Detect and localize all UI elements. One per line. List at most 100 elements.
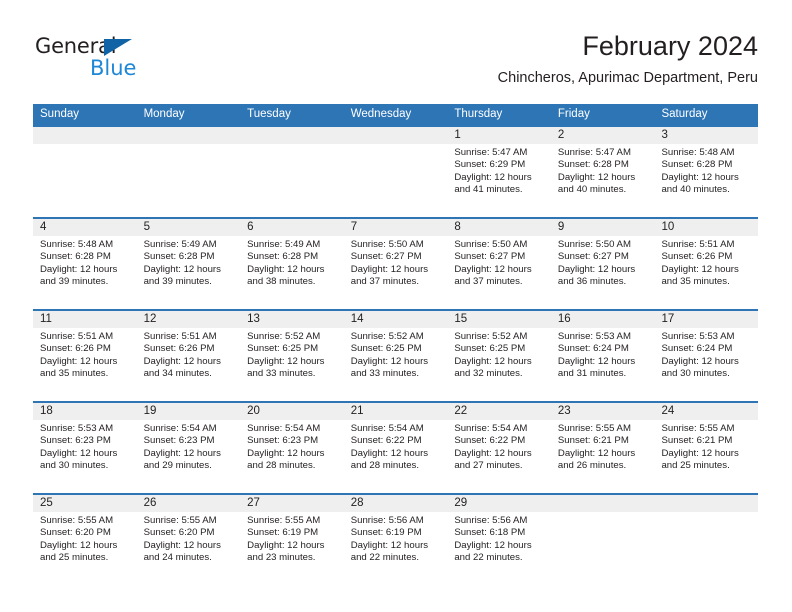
sunrise-text: Sunrise: 5:49 AM	[247, 239, 321, 250]
day-number-band: 18 19 20 21 22 23 24	[33, 403, 758, 420]
sunset-text: Sunset: 6:28 PM	[557, 159, 629, 171]
day-cell[interactable]: Sunrise: 5:49 AM Sunset: 6:28 PM Dayligh…	[137, 236, 241, 309]
day-cell[interactable]	[344, 144, 448, 217]
daylight-text: Daylight: 12 hours	[350, 539, 429, 551]
daylight-text-cont: and 41 minutes.	[454, 184, 523, 196]
day-cell[interactable]: Sunrise: 5:53 AM Sunset: 6:23 PM Dayligh…	[33, 420, 137, 493]
day-cell[interactable]: Sunrise: 5:50 AM Sunset: 6:27 PM Dayligh…	[551, 236, 655, 309]
daylight-text: Daylight: 12 hours	[40, 447, 118, 459]
sunrise-text: Sunrise: 5:50 AM	[454, 239, 528, 250]
sunrise-text: Sunrise: 5:48 AM	[40, 239, 114, 250]
day-cell[interactable]: Sunrise: 5:53 AM Sunset: 6:24 PM Dayligh…	[551, 328, 655, 401]
day-cell[interactable]: Sunrise: 5:56 AM Sunset: 6:18 PM Dayligh…	[447, 512, 551, 585]
title-block: February 2024 Chincheros, Apurimac Depar…	[498, 30, 758, 87]
day-number: 4	[40, 221, 47, 233]
daylight-text-cont: and 34 minutes.	[143, 368, 212, 380]
daylight-text: Daylight: 12 hours	[454, 539, 532, 551]
day-number: 7	[350, 221, 358, 233]
day-detail-band: Sunrise: 5:55 AM Sunset: 6:20 PM Dayligh…	[33, 512, 758, 585]
sunrise-text: Sunrise: 5:56 AM	[454, 515, 528, 526]
day-number	[654, 495, 758, 512]
day-cell[interactable]: Sunrise: 5:54 AM Sunset: 6:22 PM Dayligh…	[447, 420, 551, 493]
sunset-text: Sunset: 6:21 PM	[557, 435, 629, 447]
day-number: 1	[454, 129, 461, 141]
day-cell[interactable]: Sunrise: 5:50 AM Sunset: 6:27 PM Dayligh…	[447, 236, 551, 309]
day-number	[551, 495, 655, 512]
day-cell[interactable]: Sunrise: 5:48 AM Sunset: 6:28 PM Dayligh…	[33, 236, 137, 309]
day-cell[interactable]	[654, 512, 758, 585]
sunset-text: Sunset: 6:24 PM	[661, 343, 733, 355]
day-cell[interactable]: Sunrise: 5:55 AM Sunset: 6:20 PM Dayligh…	[137, 512, 241, 585]
day-cell[interactable]	[137, 144, 241, 217]
daylight-text: Daylight: 12 hours	[143, 263, 221, 275]
sunset-text: Sunset: 6:28 PM	[40, 251, 111, 263]
day-cell[interactable]: Sunrise: 5:51 AM Sunset: 6:26 PM Dayligh…	[137, 328, 241, 401]
daylight-text-cont: and 30 minutes.	[40, 460, 109, 472]
daylight-text: Daylight: 12 hours	[143, 539, 221, 551]
day-cell[interactable]: Sunrise: 5:54 AM Sunset: 6:22 PM Dayligh…	[344, 420, 448, 493]
weekday-header-tuesday: Tuesday	[247, 108, 291, 120]
day-cell[interactable]: Sunrise: 5:53 AM Sunset: 6:24 PM Dayligh…	[654, 328, 758, 401]
daylight-text-cont: and 40 minutes.	[661, 184, 730, 196]
day-number: 26	[143, 497, 157, 509]
day-detail-band: Sunrise: 5:48 AM Sunset: 6:28 PM Dayligh…	[33, 236, 758, 309]
day-cell[interactable]: Sunrise: 5:54 AM Sunset: 6:23 PM Dayligh…	[240, 420, 344, 493]
day-cell[interactable]: Sunrise: 5:47 AM Sunset: 6:28 PM Dayligh…	[551, 144, 655, 217]
sunrise-text: Sunrise: 5:54 AM	[350, 423, 424, 434]
day-cell[interactable]: Sunrise: 5:47 AM Sunset: 6:29 PM Dayligh…	[447, 144, 551, 217]
calendar-page: General Blue February 2024 Chincheros, A…	[0, 0, 792, 612]
sunrise-text: Sunrise: 5:50 AM	[557, 239, 631, 250]
day-cell[interactable]: Sunrise: 5:52 AM Sunset: 6:25 PM Dayligh…	[447, 328, 551, 401]
daylight-text-cont: and 33 minutes.	[247, 368, 316, 380]
sunrise-text: Sunrise: 5:47 AM	[557, 147, 631, 158]
day-cell[interactable]: Sunrise: 5:51 AM Sunset: 6:26 PM Dayligh…	[33, 328, 137, 401]
week-row: 11 12 13 14 15 16 17 Sunrise: 5:51 AM Su…	[33, 309, 758, 401]
day-cell[interactable]: Sunrise: 5:52 AM Sunset: 6:25 PM Dayligh…	[344, 328, 448, 401]
daylight-text-cont: and 40 minutes.	[557, 184, 627, 196]
general-blue-logo[interactable]: General Blue	[33, 34, 213, 86]
sunset-text: Sunset: 6:21 PM	[661, 435, 733, 447]
daylight-text-cont: and 30 minutes.	[661, 368, 730, 380]
day-cell[interactable]: Sunrise: 5:55 AM Sunset: 6:19 PM Dayligh…	[240, 512, 344, 585]
daylight-text: Daylight: 12 hours	[661, 447, 739, 459]
sunrise-text: Sunrise: 5:51 AM	[661, 239, 735, 250]
day-cell[interactable]: Sunrise: 5:48 AM Sunset: 6:28 PM Dayligh…	[654, 144, 758, 217]
day-cell[interactable]: Sunrise: 5:55 AM Sunset: 6:21 PM Dayligh…	[654, 420, 758, 493]
day-cell[interactable]	[551, 512, 655, 585]
daylight-text: Daylight: 12 hours	[350, 355, 429, 367]
daylight-text-cont: and 38 minutes.	[247, 276, 316, 288]
day-cell[interactable]: Sunrise: 5:52 AM Sunset: 6:25 PM Dayligh…	[240, 328, 344, 401]
day-cell[interactable]: Sunrise: 5:56 AM Sunset: 6:19 PM Dayligh…	[344, 512, 448, 585]
week-row: 18 19 20 21 22 23 24 Sunrise: 5:53 AM Su…	[33, 401, 758, 493]
day-number	[137, 127, 241, 144]
sunset-text: Sunset: 6:26 PM	[661, 251, 733, 263]
weekday-header-monday: Monday	[143, 108, 185, 120]
day-cell[interactable]: Sunrise: 5:49 AM Sunset: 6:28 PM Dayligh…	[240, 236, 344, 309]
weekday-header-thursday: Thursday	[454, 108, 503, 120]
day-cell[interactable]: Sunrise: 5:50 AM Sunset: 6:27 PM Dayligh…	[344, 236, 448, 309]
daylight-text-cont: and 23 minutes.	[247, 552, 316, 564]
day-cell[interactable]	[33, 144, 137, 217]
day-number: 6	[247, 221, 254, 233]
week-row: 1 2 3 Sunrise: 5:47 AM Sunset: 6:29 PM D…	[33, 125, 758, 217]
day-cell[interactable]: Sunrise: 5:54 AM Sunset: 6:23 PM Dayligh…	[137, 420, 241, 493]
daylight-text-cont: and 29 minutes.	[143, 460, 212, 472]
day-cell[interactable]: Sunrise: 5:55 AM Sunset: 6:21 PM Dayligh…	[551, 420, 655, 493]
daylight-text-cont: and 31 minutes.	[557, 368, 627, 380]
sunset-text: Sunset: 6:23 PM	[143, 435, 215, 447]
day-cell[interactable]	[240, 144, 344, 217]
day-number: 16	[557, 313, 571, 325]
day-number	[344, 127, 448, 144]
daylight-text-cont: and 26 minutes.	[557, 460, 627, 472]
day-cell[interactable]: Sunrise: 5:51 AM Sunset: 6:26 PM Dayligh…	[654, 236, 758, 309]
daylight-text: Daylight: 12 hours	[247, 539, 325, 551]
sunset-text: Sunset: 6:23 PM	[40, 435, 111, 447]
daylight-text-cont: and 37 minutes.	[454, 276, 523, 288]
daylight-text: Daylight: 12 hours	[247, 447, 325, 459]
daylight-text-cont: and 32 minutes.	[454, 368, 523, 380]
day-cell[interactable]: Sunrise: 5:55 AM Sunset: 6:20 PM Dayligh…	[33, 512, 137, 585]
daylight-text: Daylight: 12 hours	[454, 171, 532, 183]
sunrise-text: Sunrise: 5:54 AM	[247, 423, 321, 434]
sunset-text: Sunset: 6:25 PM	[454, 343, 526, 355]
daylight-text-cont: and 22 minutes.	[350, 552, 420, 564]
